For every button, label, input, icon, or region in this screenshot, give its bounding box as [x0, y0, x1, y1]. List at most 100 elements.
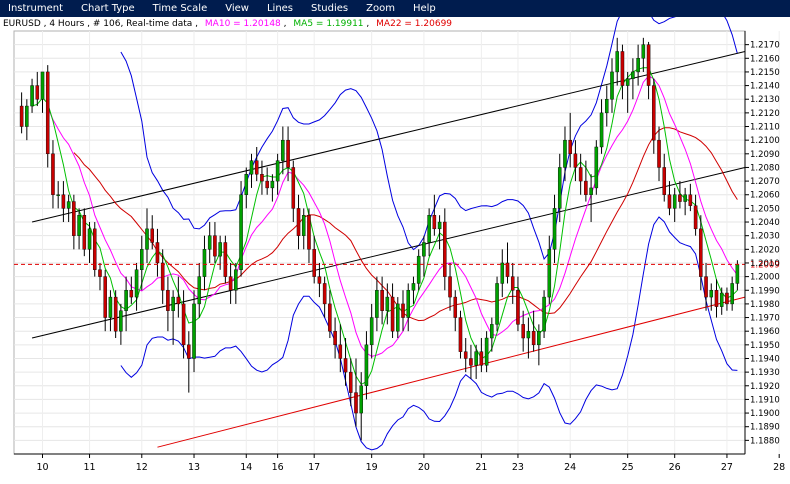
y-tick-label: 1.1940 — [750, 354, 780, 364]
price-chart[interactable]: 1.2009 1.21701.21601.21501.21401.21301.2… — [0, 0, 790, 480]
candle-body — [615, 51, 619, 73]
y-tick-label: 1.1950 — [750, 341, 780, 351]
menu-studies[interactable]: Studies — [303, 0, 348, 17]
candle-body — [422, 242, 426, 257]
candle-body — [662, 167, 667, 195]
candle-body — [134, 269, 139, 298]
candle-body — [40, 71, 45, 100]
menu-help[interactable]: Help — [405, 0, 436, 17]
candle-body — [291, 167, 296, 209]
candle-body — [176, 296, 181, 305]
candle-body — [683, 194, 687, 202]
x-tick-label: 16 — [272, 462, 284, 473]
candle-body — [192, 303, 196, 359]
x-tick-label: 26 — [669, 462, 681, 473]
candle-body — [678, 194, 682, 202]
candle-body — [448, 276, 452, 298]
menu-chart-type[interactable]: Chart Type — [73, 0, 135, 17]
candle-body — [443, 221, 447, 277]
candle-body — [719, 292, 724, 307]
candle-body — [505, 262, 510, 277]
candle-body — [427, 215, 431, 243]
y-tick-label: 1.2160 — [750, 54, 780, 64]
menu-view[interactable]: View — [217, 0, 249, 17]
candle-body — [411, 283, 416, 291]
menu-instrument[interactable]: Instrument — [0, 0, 63, 17]
y-tick-label: 1.2010 — [750, 259, 780, 269]
candle-body — [605, 99, 609, 114]
menu-zoom[interactable]: Zoom — [358, 0, 395, 17]
candle-body — [45, 71, 50, 155]
symbol-info: EURUSD , 4 Hours , # 106, Real-time data — [3, 19, 192, 29]
candle-body — [301, 215, 306, 236]
candle-body — [249, 160, 254, 175]
candle-body — [625, 78, 630, 86]
candle-body — [552, 208, 557, 250]
candle-body — [610, 71, 614, 100]
y-tick-label: 1.1930 — [750, 368, 780, 378]
candle-body — [61, 194, 66, 209]
candle-body — [265, 180, 269, 189]
candle-body — [113, 296, 118, 332]
candle-body — [19, 105, 24, 127]
svg-text:EURUSD , 4 Hours , # 106, Real: EURUSD , 4 Hours , # 106, Real-time data… — [3, 19, 452, 29]
candle-body — [542, 296, 546, 332]
x-tick-label: 28 — [773, 462, 785, 473]
x-tick-label: 14 — [240, 462, 252, 473]
candle-body — [688, 194, 693, 206]
candle-body — [735, 264, 740, 284]
candle-body — [82, 215, 87, 250]
candle-body — [171, 296, 175, 311]
candle-body — [181, 303, 186, 346]
candle-body — [234, 269, 238, 291]
candle-body — [218, 242, 222, 257]
menu-lines[interactable]: Lines — [259, 0, 293, 17]
candle-body — [348, 371, 353, 393]
candle-body — [223, 242, 228, 277]
candle-body — [589, 187, 593, 195]
candle-body — [573, 153, 578, 168]
candle-body — [166, 290, 170, 311]
candle-body — [390, 296, 395, 332]
candle-body — [709, 290, 714, 298]
y-tick-label: 1.2040 — [750, 218, 780, 228]
candle-body — [119, 310, 123, 332]
candle-body — [547, 249, 552, 298]
y-tick-label: 1.1980 — [750, 300, 780, 310]
candle-body — [333, 330, 337, 346]
candle-body — [35, 85, 40, 100]
candle-body — [396, 303, 400, 332]
header-comma: , — [366, 19, 369, 29]
candle-body — [328, 303, 332, 332]
candle-body — [145, 228, 149, 250]
menu-time-scale[interactable]: Time Scale — [145, 0, 208, 17]
candle-body — [714, 290, 719, 307]
candle-body — [416, 255, 421, 284]
candle-body — [281, 139, 285, 161]
candle-body — [72, 201, 76, 236]
x-tick-label: 27 — [721, 462, 733, 473]
candle-body — [463, 351, 468, 359]
candle-body — [495, 283, 499, 325]
candle-body — [239, 194, 243, 270]
x-tick-label: 13 — [188, 462, 200, 473]
y-tick-label: 1.1920 — [750, 382, 780, 392]
candle-body — [490, 324, 494, 339]
y-tick-label: 1.2000 — [750, 273, 780, 283]
candle-body — [260, 174, 264, 182]
candle-body — [437, 221, 442, 230]
candle-body — [213, 235, 217, 257]
y-tick-label: 1.2020 — [750, 245, 780, 255]
y-tick-label: 1.2070 — [750, 177, 780, 187]
candle-body — [631, 71, 635, 79]
candle-body — [51, 153, 55, 195]
candle-body — [307, 215, 311, 250]
candle-body — [317, 276, 322, 284]
candle-body — [385, 296, 390, 311]
y-tick-label: 1.2090 — [750, 150, 780, 160]
candle-body — [244, 174, 249, 195]
candle-body — [526, 330, 531, 339]
y-tick-label: 1.1990 — [750, 286, 780, 296]
candle-body — [380, 290, 384, 311]
candle-body — [66, 201, 71, 209]
